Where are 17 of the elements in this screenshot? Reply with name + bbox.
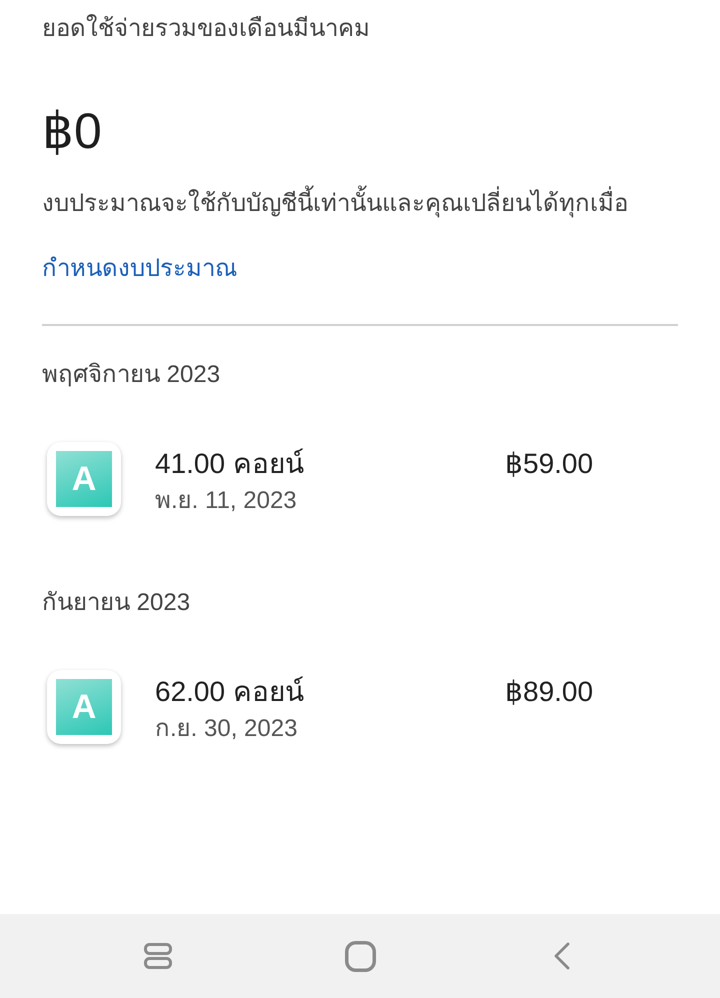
transaction-title: 62.00 คอยน์: [155, 675, 305, 709]
month-total-label: ยอดใช้จ่ายรวมของเดือนมีนาคม: [42, 13, 371, 44]
logo-letter: A: [72, 690, 96, 724]
transaction-price: ฿89.00: [505, 675, 594, 709]
home-icon[interactable]: [344, 940, 376, 972]
total-amount: ฿0: [42, 102, 103, 160]
month-heading: พฤศจิกายน 2023: [42, 360, 222, 390]
set-budget-link[interactable]: กำหนดงบประมาณ: [42, 252, 237, 286]
logo-letter: A: [72, 462, 96, 496]
transaction-date: พ.ย. 11, 2023: [155, 486, 298, 516]
budget-note: งบประมาณจะใช้กับบัญชีนี้เท่านั้นและคุณเปลี่ยนได้ทุกเมื่อ: [42, 186, 678, 222]
month-heading: กันยายน 2023: [42, 588, 192, 618]
transaction-title: 41.00 คอยน์: [155, 447, 305, 481]
back-icon[interactable]: [554, 942, 570, 970]
transaction-price: ฿59.00: [505, 447, 594, 481]
transaction-date: ก.ย. 30, 2023: [155, 714, 298, 744]
recent-apps-icon[interactable]: [144, 942, 172, 970]
